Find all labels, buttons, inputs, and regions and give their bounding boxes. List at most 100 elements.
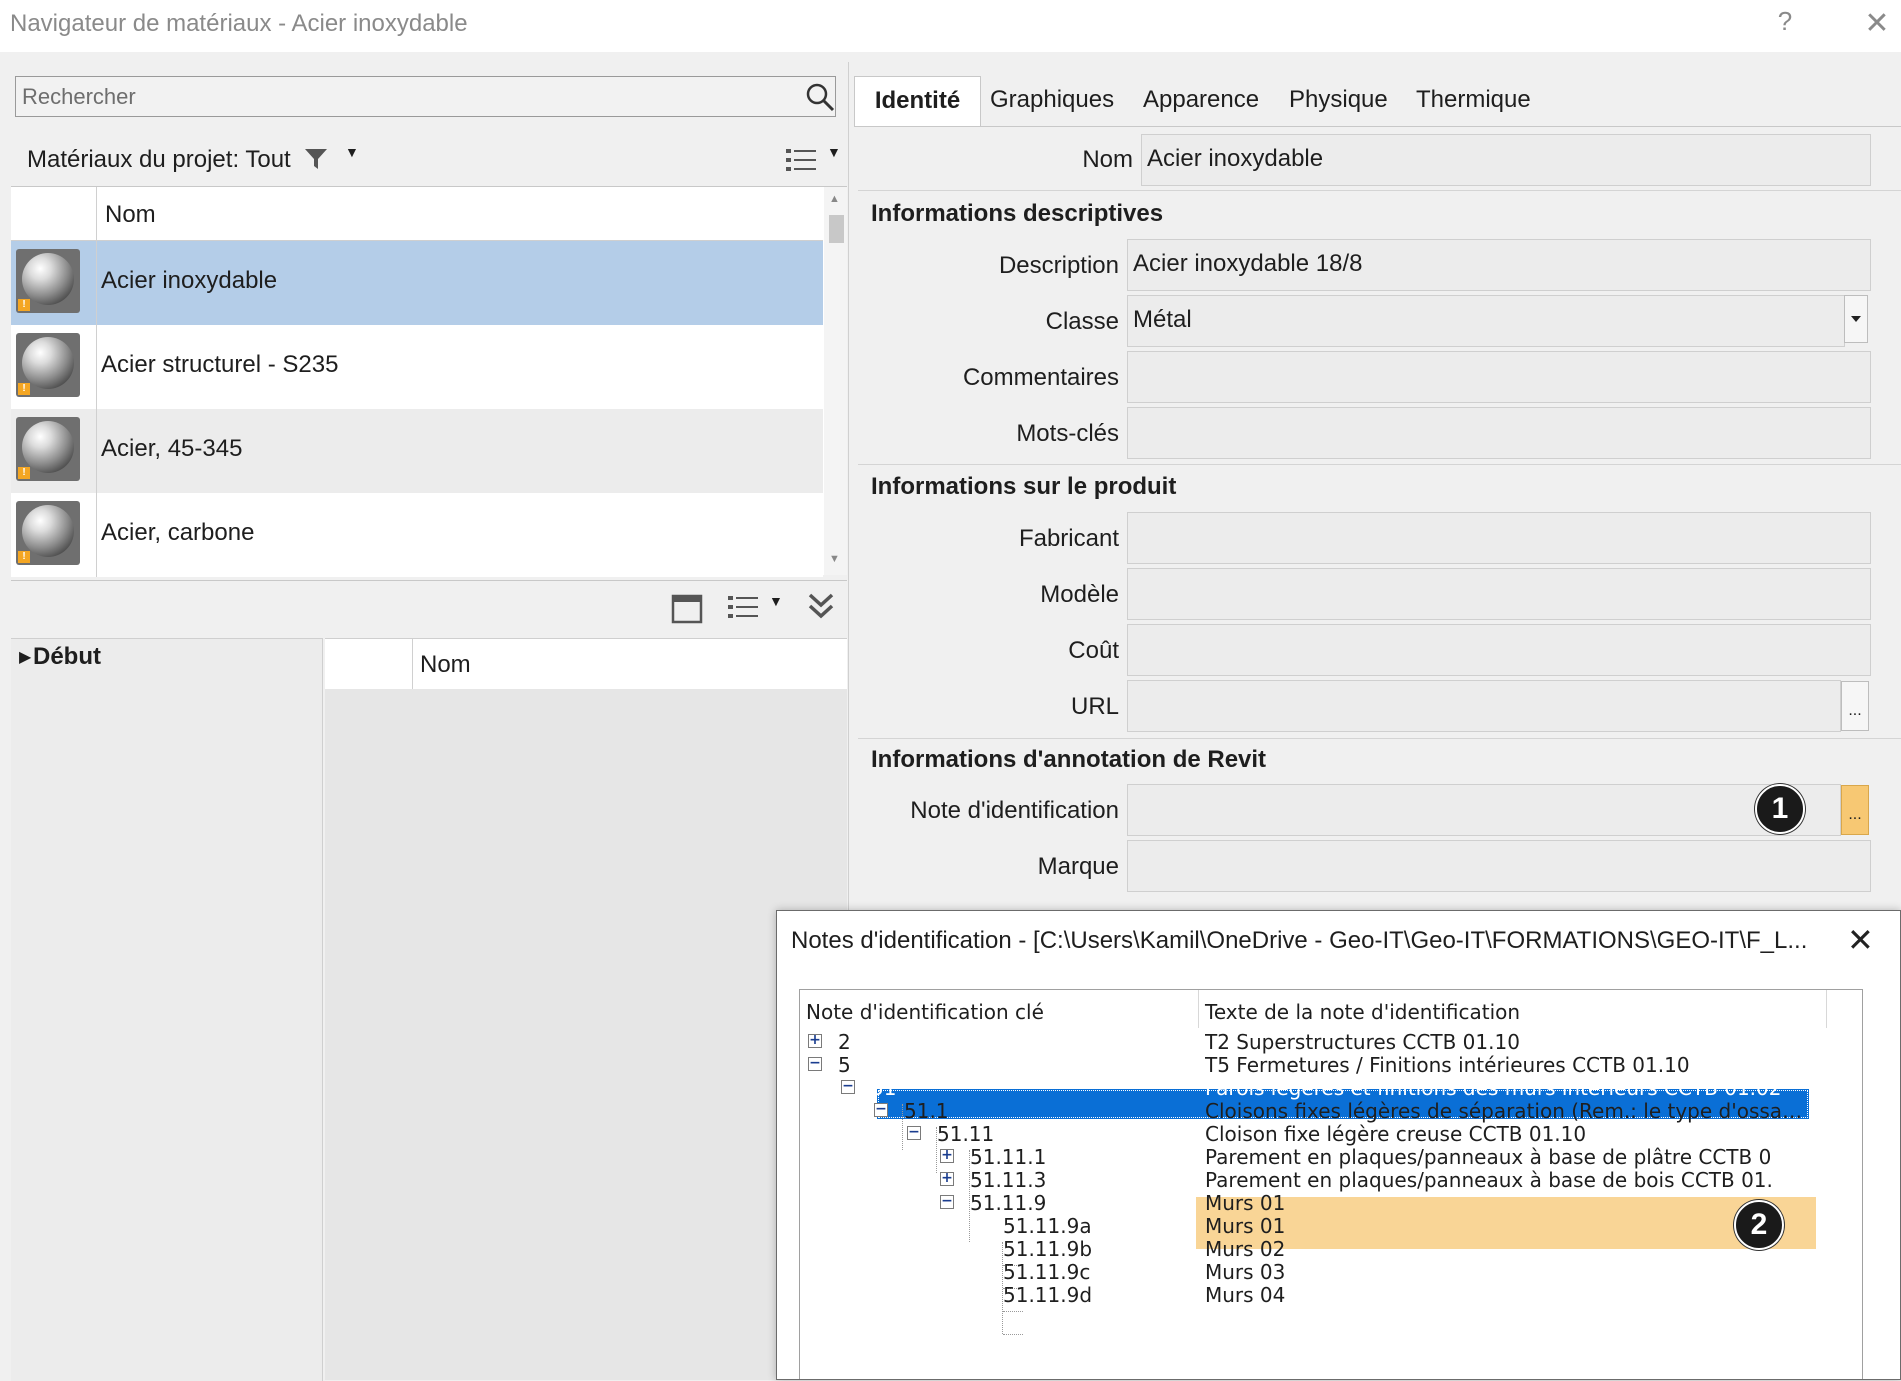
expand-icon[interactable]: + <box>808 1033 822 1048</box>
library-view-caret[interactable]: ▼ <box>769 593 783 609</box>
view-dropdown-caret[interactable]: ▼ <box>827 144 841 160</box>
tab-identite[interactable]: Identité <box>854 76 981 126</box>
note-browse-button[interactable]: ... <box>1841 785 1869 835</box>
list-view-icon[interactable] <box>784 146 818 174</box>
filter-dropdown-caret[interactable]: ▼ <box>345 144 359 160</box>
expand-arrow-icon[interactable]: ▶ <box>19 647 31 667</box>
expand-icon[interactable]: + <box>940 1171 954 1186</box>
note-label: Note d'identification <box>910 797 1119 824</box>
collapse-icon[interactable]: − <box>808 1056 822 1071</box>
project-materials-bar: Matériaux du projet: Tout ▼ ▼ <box>11 134 847 185</box>
scroll-up-icon[interactable]: ▲ <box>829 193 840 205</box>
material-name: Acier inoxydable <box>101 267 278 294</box>
url-field[interactable] <box>1127 680 1841 732</box>
search-icon[interactable] <box>804 81 836 113</box>
scroll-down-icon[interactable]: ▼ <box>829 553 840 565</box>
library-list-header: Nom <box>325 638 847 689</box>
url-label: URL <box>1070 693 1119 720</box>
classe-select[interactable]: Métal <box>1127 295 1845 347</box>
warning-icon: ! <box>18 551 30 563</box>
material-name: Acier structurel - S235 <box>101 351 339 378</box>
library-list: Nom <box>325 638 847 1380</box>
revit-section-title: Informations d'annotation de Revit <box>871 746 1267 773</box>
material-thumbnail: ! <box>16 333 80 397</box>
keynote-close-icon[interactable]: ✕ <box>1847 921 1874 959</box>
material-row[interactable]: ! Acier, carbone <box>11 493 823 577</box>
modele-label: Modèle <box>1040 581 1119 608</box>
motscles-field[interactable] <box>1127 407 1871 459</box>
expand-icon[interactable]: + <box>940 1148 954 1163</box>
keynote-tree: Note d'identification clé Texte de la no… <box>799 989 1863 1379</box>
callout-badge-1: 1 <box>1755 784 1805 834</box>
motscles-label: Mots-clés <box>1016 420 1119 447</box>
tab-graphiques[interactable]: Graphiques <box>990 86 1114 114</box>
project-materials-label: Matériaux du projet: Tout <box>27 146 291 173</box>
commentaires-field[interactable] <box>1127 351 1871 403</box>
collapse-icon[interactable]: − <box>940 1194 954 1209</box>
close-button[interactable]: ✕ <box>1862 6 1892 41</box>
keynote-column-key[interactable]: Note d'identification clé <box>806 1000 1044 1024</box>
fabricant-label: Fabricant <box>1018 525 1119 552</box>
name-field[interactable]: Acier inoxydable <box>1141 134 1871 186</box>
material-name: Acier, 45-345 <box>101 435 243 462</box>
scroll-thumb[interactable] <box>829 215 844 243</box>
tab-thermique[interactable]: Thermique <box>1416 86 1531 114</box>
keynote-key: 51.11.9d <box>1003 1283 1093 1307</box>
description-label: Description <box>998 252 1119 279</box>
title-bar: Navigateur de matériaux - Acier inoxydab… <box>0 0 1901 52</box>
note-field[interactable] <box>1127 784 1841 836</box>
cout-field[interactable] <box>1127 624 1871 676</box>
modele-field[interactable] <box>1127 568 1871 620</box>
material-list-scrollbar[interactable]: ▲ ▼ <box>824 187 847 575</box>
commentaires-label: Commentaires <box>962 364 1119 391</box>
collapse-icon[interactable]: − <box>907 1125 921 1140</box>
marque-field[interactable] <box>1127 840 1871 892</box>
warning-icon: ! <box>18 299 30 311</box>
keynote-dialog-title: Notes d'identification - [C:\Users\Kamil… <box>791 927 1808 954</box>
material-list-header: Nom <box>11 187 823 241</box>
panel-toggle-icon[interactable] <box>671 593 703 625</box>
keynote-column-text[interactable]: Texte de la note d'identification <box>1205 1000 1520 1024</box>
library-view-icon[interactable] <box>726 593 760 621</box>
classe-label: Classe <box>1045 308 1119 335</box>
library-toolbar: ▼ <box>11 580 847 637</box>
collapse-icon[interactable] <box>806 589 836 623</box>
material-name: Acier, carbone <box>101 519 255 546</box>
column-divider <box>96 187 97 240</box>
material-row[interactable]: ! Acier, 45-345 <box>11 409 823 493</box>
material-list: Nom ! Acier inoxydable ! Acier structure… <box>11 186 847 577</box>
material-row[interactable]: ! Acier structurel - S235 <box>11 325 823 409</box>
warning-icon: ! <box>18 383 30 395</box>
search-box <box>15 76 836 117</box>
help-button[interactable]: ? <box>1770 6 1800 37</box>
keynote-dialog: Notes d'identification - [C:\Users\Kamil… <box>776 910 1901 1380</box>
classe-dropdown-button[interactable] <box>1844 295 1868 343</box>
column-header-name[interactable]: Nom <box>105 201 156 229</box>
description-field[interactable]: Acier inoxydable 18/8 <box>1127 239 1871 291</box>
collapse-icon[interactable]: − <box>874 1102 888 1117</box>
name-label: Nom <box>1082 146 1133 173</box>
property-tabs: Identité Graphiques Apparence Physique T… <box>854 76 1901 127</box>
tab-apparence[interactable]: Apparence <box>1143 86 1259 114</box>
filter-icon[interactable] <box>303 146 329 172</box>
product-section-title: Informations sur le produit <box>871 473 1177 500</box>
tab-physique[interactable]: Physique <box>1289 86 1388 114</box>
library-column-name[interactable]: Nom <box>420 651 471 679</box>
library-tree: ▶ Début <box>11 638 323 1381</box>
url-browse-button[interactable]: ... <box>1841 681 1869 731</box>
descriptive-section-title: Informations descriptives <box>871 200 1164 227</box>
callout-badge-2: 2 <box>1734 1200 1784 1250</box>
search-input[interactable] <box>22 77 802 116</box>
warning-icon: ! <box>18 467 30 479</box>
material-thumbnail: ! <box>16 417 80 481</box>
collapse-icon[interactable]: − <box>841 1079 855 1094</box>
library-tree-root[interactable]: Début <box>33 643 101 671</box>
fabricant-field[interactable] <box>1127 512 1871 564</box>
chevron-down-icon <box>1851 316 1861 322</box>
cout-label: Coût <box>1068 637 1119 664</box>
marque-label: Marque <box>1037 853 1119 880</box>
keynote-text: Murs 04 <box>1205 1283 1286 1307</box>
keynote-row[interactable]: 51.11.9d Murs 04 <box>800 1281 1820 1309</box>
material-row[interactable]: ! Acier inoxydable <box>11 241 823 325</box>
column-divider <box>412 639 413 689</box>
